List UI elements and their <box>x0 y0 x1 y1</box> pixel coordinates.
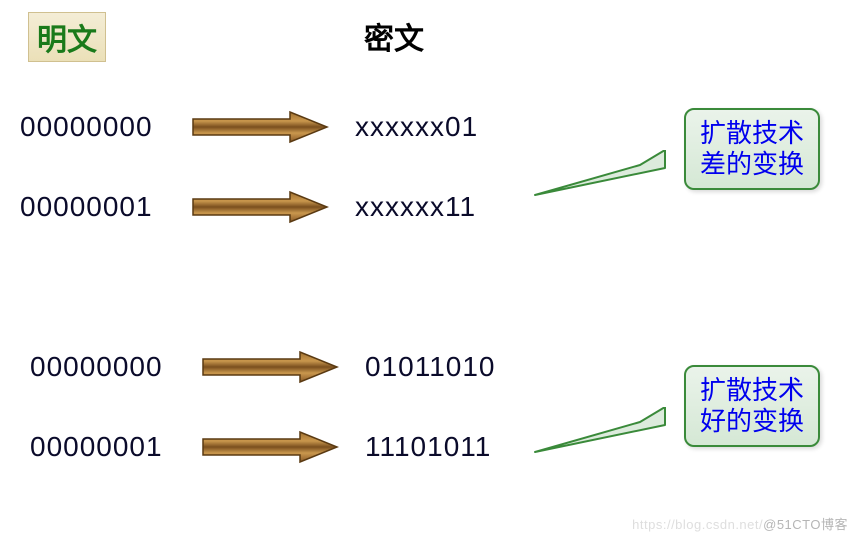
bad-diffusion-callout: 扩散技术 差的变换 <box>684 108 820 190</box>
plaintext-value: 00000001 <box>20 191 190 223</box>
arrow-right-icon <box>200 350 340 384</box>
diffusion-row-3: 00000000 01011010 <box>30 350 496 384</box>
plaintext-value: 00000000 <box>20 111 190 143</box>
plaintext-header: 明文 <box>28 12 106 62</box>
callout-tail-icon <box>490 407 670 467</box>
ciphertext-value: xxxxxx11 <box>355 191 476 223</box>
callout-line: 扩散技术 <box>700 118 804 149</box>
diffusion-row-2: 00000001 xxxxxx11 <box>20 190 476 224</box>
callout-line: 差的变换 <box>700 149 804 180</box>
ciphertext-value: 11101011 <box>365 431 491 463</box>
arrow-right-icon <box>190 110 330 144</box>
arrow-right-icon <box>200 430 340 464</box>
watermark-url: https://blog.csdn.net/ <box>632 517 763 532</box>
diffusion-row-1: 00000000 xxxxxx01 <box>20 110 478 144</box>
callout-tail-icon <box>490 150 670 210</box>
ciphertext-value: 01011010 <box>365 351 496 383</box>
ciphertext-header: 密文 <box>356 12 432 60</box>
watermark-text: @51CTO博客 <box>763 517 848 532</box>
ciphertext-value: xxxxxx01 <box>355 111 478 143</box>
arrow-right-icon <box>190 190 330 224</box>
diffusion-row-4: 00000001 11101011 <box>30 430 491 464</box>
plaintext-value: 00000000 <box>30 351 200 383</box>
good-diffusion-callout: 扩散技术 好的变换 <box>684 365 820 447</box>
callout-line: 扩散技术 <box>700 375 804 406</box>
plaintext-value: 00000001 <box>30 431 200 463</box>
watermark: https://blog.csdn.net/@51CTO博客 <box>632 514 848 533</box>
callout-line: 好的变换 <box>700 406 804 437</box>
